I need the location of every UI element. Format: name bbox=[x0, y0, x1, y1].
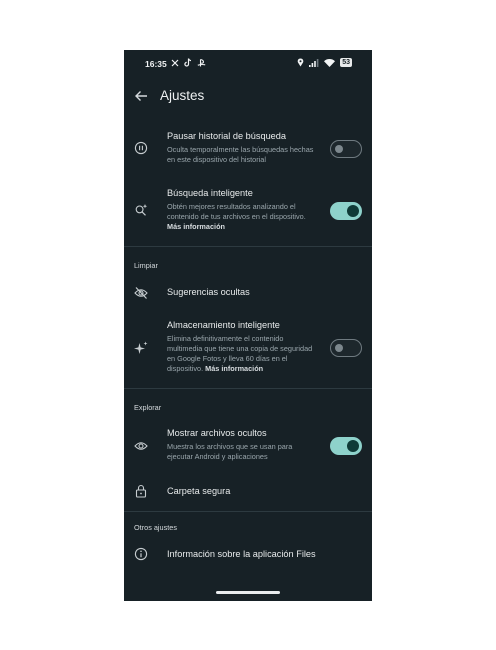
back-arrow-icon[interactable] bbox=[133, 88, 149, 104]
setting-title: Pausar historial de búsqueda bbox=[167, 131, 287, 141]
setting-app-info[interactable]: Información sobre la aplicación Files bbox=[124, 544, 372, 566]
setting-subtitle: Muestra los archivos que se usan para ej… bbox=[167, 442, 293, 461]
setting-smart-storage[interactable]: Almacenamiento inteligente Elimina defin… bbox=[124, 319, 372, 381]
page-title: Ajustes bbox=[160, 88, 205, 103]
setting-title: Carpeta segura bbox=[167, 486, 231, 496]
show-hidden-files-toggle[interactable] bbox=[330, 437, 362, 455]
setting-title: Información sobre la aplicación Files bbox=[167, 549, 316, 559]
phone-screen: 16:35 53 Ajustes Pausar historial de bús… bbox=[124, 50, 372, 601]
system-icons: 53 bbox=[297, 58, 352, 67]
section-header-explore: Explorar bbox=[134, 403, 162, 412]
signal-icon bbox=[309, 58, 319, 67]
setting-pause-history[interactable]: Pausar historial de búsqueda Oculta temp… bbox=[124, 128, 372, 178]
more-info-link[interactable]: Más información bbox=[205, 364, 263, 373]
playstation-icon bbox=[197, 58, 206, 66]
visibility-off-icon bbox=[134, 287, 148, 299]
setting-subtitle: Oculta temporalmente las búsquedas hecha… bbox=[167, 145, 314, 164]
more-info-link[interactable]: Más información bbox=[167, 222, 225, 231]
status-bar: 16:35 53 bbox=[124, 50, 372, 76]
setting-smart-search[interactable]: Búsqueda inteligente Obtén mejores resul… bbox=[124, 187, 372, 243]
smart-search-icon bbox=[135, 204, 148, 216]
setting-title: Almacenamiento inteligente bbox=[167, 320, 280, 330]
sparkle-icon bbox=[134, 341, 148, 354]
toggle-knob bbox=[335, 145, 343, 153]
pause-circle-icon bbox=[134, 141, 148, 155]
notification-icons bbox=[171, 58, 206, 67]
smart-storage-toggle[interactable] bbox=[330, 339, 362, 357]
setting-hidden-suggestions[interactable]: Sugerencias ocultas bbox=[124, 282, 372, 304]
x-icon bbox=[171, 59, 179, 66]
setting-subtitle: Obtén mejores resultados analizando el c… bbox=[167, 202, 315, 232]
setting-title: Mostrar archivos ocultos bbox=[167, 428, 267, 438]
eye-icon bbox=[134, 442, 148, 450]
section-divider bbox=[124, 246, 372, 247]
tiktok-icon bbox=[184, 58, 192, 67]
smart-search-toggle[interactable] bbox=[330, 202, 362, 220]
toggle-knob bbox=[347, 205, 359, 217]
setting-subtitle-text: Obtén mejores resultados analizando el c… bbox=[167, 202, 306, 221]
wifi-icon bbox=[324, 58, 336, 67]
setting-title: Sugerencias ocultas bbox=[167, 287, 250, 297]
section-divider bbox=[124, 388, 372, 389]
info-icon bbox=[134, 547, 148, 561]
toggle-knob bbox=[335, 344, 343, 352]
section-divider bbox=[124, 511, 372, 512]
battery-icon: 53 bbox=[340, 58, 352, 67]
setting-subtitle: Elimina definitivamente el contenido mul… bbox=[167, 334, 315, 374]
toggle-knob bbox=[347, 440, 359, 452]
status-time: 16:35 bbox=[145, 59, 167, 69]
setting-title: Búsqueda inteligente bbox=[167, 188, 253, 198]
setting-show-hidden-files[interactable]: Mostrar archivos ocultos Muestra los arc… bbox=[124, 427, 372, 467]
setting-safe-folder[interactable]: Carpeta segura bbox=[124, 481, 372, 503]
pause-history-toggle[interactable] bbox=[330, 140, 362, 158]
lock-icon bbox=[135, 484, 147, 498]
section-header-clean: Limpiar bbox=[134, 261, 158, 270]
location-icon bbox=[297, 58, 304, 67]
app-bar: Ajustes bbox=[124, 80, 372, 112]
section-header-other: Otros ajustes bbox=[134, 523, 177, 532]
gesture-nav-bar[interactable] bbox=[216, 591, 280, 594]
